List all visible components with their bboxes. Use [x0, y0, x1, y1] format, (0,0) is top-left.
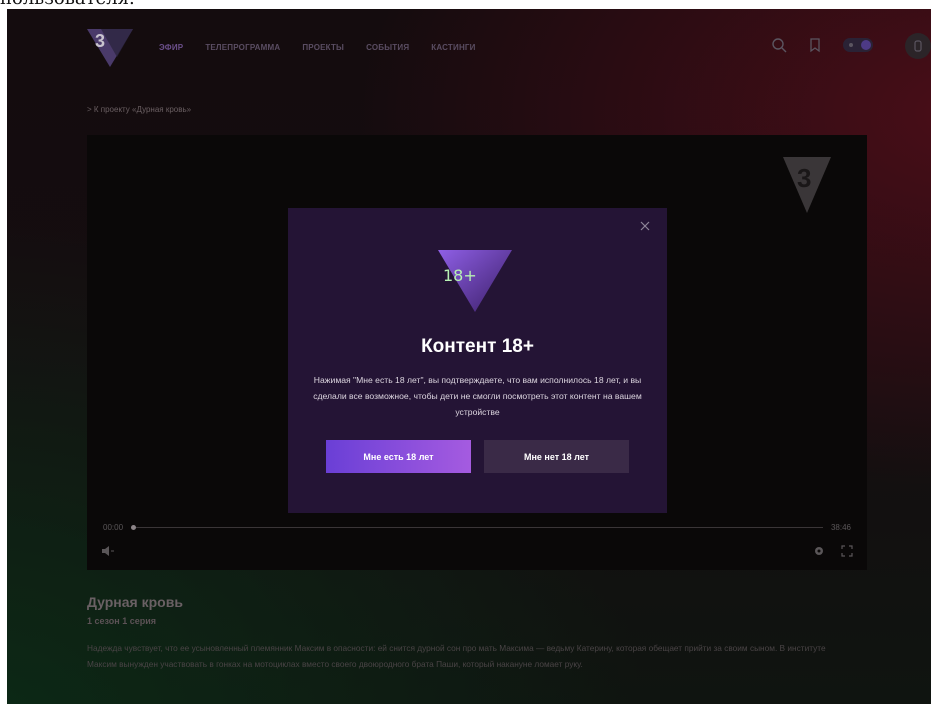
- user-icon: [914, 40, 922, 52]
- volume-icon[interactable]: [101, 545, 115, 557]
- modal-title: Контент 18+: [421, 336, 534, 357]
- main-nav: ЭФИР ТЕЛЕПРОГРАММА ПРОЕКТЫ СОБЫТИЯ КАСТИ…: [159, 43, 476, 52]
- nav-item-efir[interactable]: ЭФИР: [159, 43, 183, 52]
- header-actions: [771, 37, 873, 53]
- user-avatar-button[interactable]: [905, 33, 931, 59]
- theme-toggle[interactable]: [843, 38, 873, 52]
- time-total: 38:46: [830, 522, 851, 532]
- episode-subtitle: 1 сезон 1 серия: [87, 616, 156, 626]
- svg-text:3: 3: [797, 163, 811, 193]
- search-icon[interactable]: [771, 37, 787, 53]
- progress-bar[interactable]: [131, 524, 823, 530]
- bookmark-icon[interactable]: [807, 37, 823, 53]
- sun-icon: [849, 43, 853, 47]
- tv3-logo[interactable]: 3: [87, 29, 133, 67]
- page-top-fragment: пользователя.: [0, 0, 931, 9]
- svg-text:3: 3: [95, 31, 105, 51]
- deny-18-button[interactable]: Мне нет 18 лет: [484, 440, 629, 473]
- site-header: 3 ЭФИР ТЕЛЕПРОГРАММА ПРОЕКТЫ СОБЫТИЯ КАС…: [7, 9, 931, 89]
- settings-gear-icon[interactable]: [813, 545, 825, 557]
- age-badge-label: 18+: [443, 266, 477, 285]
- nav-item-proekty[interactable]: ПРОЕКТЫ: [302, 43, 344, 52]
- nav-item-teleprogramma[interactable]: ТЕЛЕПРОГРАММА: [205, 43, 280, 52]
- age-confirm-modal: 18+ Контент 18+ Нажимая "Мне есть 18 лет…: [288, 208, 667, 513]
- time-current: 00:00: [103, 522, 124, 532]
- nav-item-sobytiya[interactable]: СОБЫТИЯ: [366, 43, 409, 52]
- moon-icon: [861, 40, 871, 50]
- progress-thumb[interactable]: [131, 524, 137, 530]
- modal-text: Нажимая "Мне есть 18 лет", вы подтвержда…: [313, 375, 642, 417]
- top-fragment-text: пользователя.: [0, 0, 135, 9]
- tv3-watermark-icon: 3: [783, 157, 831, 213]
- episode-title: Дурная кровь: [87, 594, 183, 610]
- close-icon[interactable]: [639, 220, 651, 232]
- progress-row: 00:00 38:46: [103, 521, 851, 533]
- breadcrumb[interactable]: > К проекту «Дурная кровь»: [87, 105, 191, 114]
- tv3-page: 3 ЭФИР ТЕЛЕПРОГРАММА ПРОЕКТЫ СОБЫТИЯ КАС…: [7, 9, 931, 704]
- nav-item-kastingi[interactable]: КАСТИНГИ: [431, 43, 475, 52]
- fullscreen-icon[interactable]: [841, 545, 853, 557]
- episode-description: Надежда чувствует, что ее усыновленный п…: [87, 643, 826, 669]
- confirm-18-button[interactable]: Мне есть 18 лет: [326, 440, 471, 473]
